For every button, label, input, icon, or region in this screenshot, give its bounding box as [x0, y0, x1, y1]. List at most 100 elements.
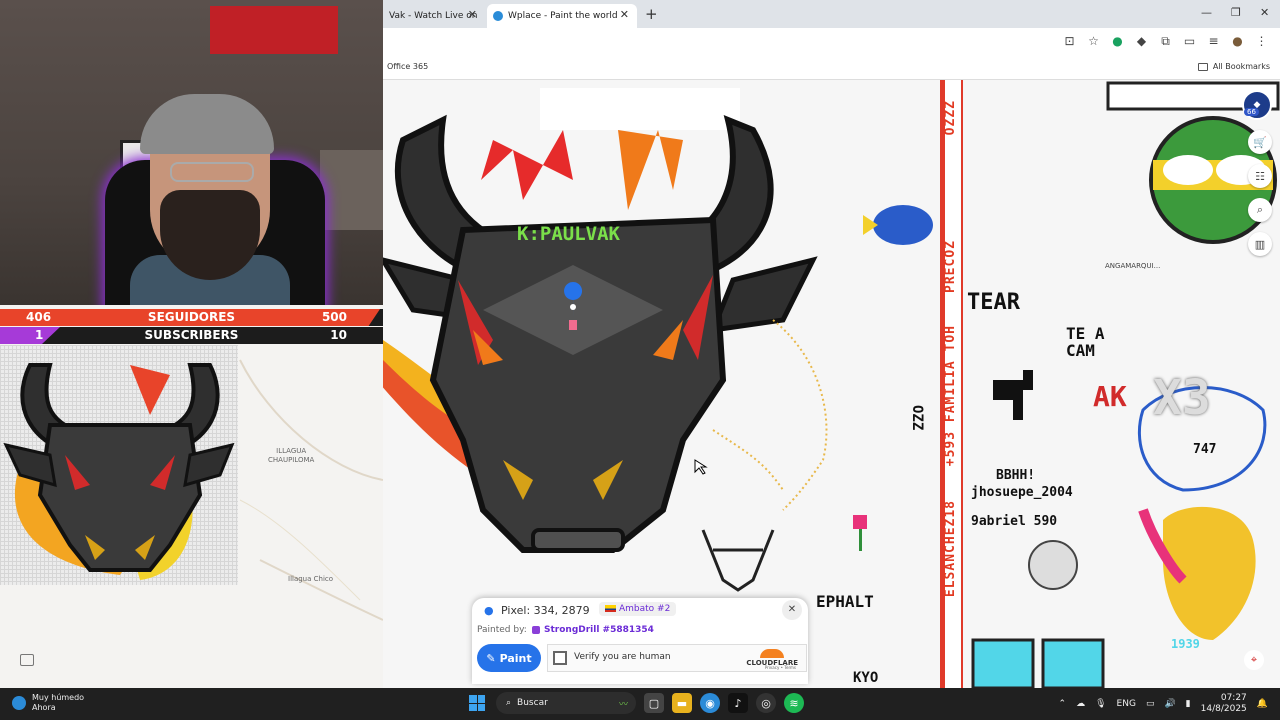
cloud-icon — [760, 649, 785, 658]
minimize-icon[interactable]: — — [1201, 6, 1212, 19]
flame-left — [481, 130, 573, 200]
num-747-text: 747 — [1193, 442, 1217, 457]
taskbar-search[interactable]: ⌕ Buscar 〰 — [496, 692, 636, 714]
map-label-illagua-chico: Illagua Chico — [288, 575, 334, 583]
extension-diamond-icon[interactable]: ◆ — [1135, 34, 1148, 49]
subscribers-goal-bar: 1 SUBSCRIBERS 10 — [0, 327, 383, 344]
close-window-icon[interactable]: ✕ — [1260, 6, 1269, 19]
pixel-coordinates: Pixel: 334, 2879 — [501, 604, 590, 617]
chrome-icon[interactable]: ◉ — [700, 693, 720, 713]
clock[interactable]: 07:27 14/8/2025 — [1201, 693, 1247, 715]
battery-icon[interactable]: ▮ — [1186, 699, 1191, 709]
file-explorer-icon[interactable]: ▬ — [672, 693, 692, 713]
new-tab-icon[interactable]: + — [645, 5, 658, 23]
wplace-canvas[interactable]: K:PAULVAK PRECOZ +593 FAMILIA TOH ELSANC… — [383, 80, 1280, 688]
language-indicator[interactable]: ENG — [1117, 699, 1136, 709]
pixel-info-panel: ● Pixel: 334, 2879 Ambato #2 Painted by:… — [472, 598, 808, 684]
tear-text: TEAR — [967, 290, 1020, 315]
people-icon[interactable]: ☷ — [1248, 164, 1272, 188]
captcha-links[interactable]: Privacy • Terms — [765, 665, 796, 670]
streamer-cap — [140, 94, 274, 154]
locate-icon[interactable]: ⌖ — [1244, 650, 1264, 670]
paint-button[interactable]: ✎ Paint — [477, 644, 541, 672]
favicon-icon — [493, 11, 503, 21]
weather-widget[interactable]: Muy húmedo Ahora — [12, 693, 84, 713]
kyo-text: KYO — [853, 670, 879, 686]
map-label-angamarquillo: ANGAMARQUI... — [1105, 262, 1161, 270]
user-icon — [532, 625, 540, 634]
x3-text: X3 — [1153, 370, 1211, 426]
te-a-cam-text: TE A CAM — [1066, 324, 1105, 360]
streamer-glasses — [170, 162, 254, 182]
pencil-icon: ✎ — [486, 651, 496, 665]
cloud-tray-icon[interactable]: ☁ — [1076, 699, 1085, 709]
region-badge[interactable]: Ambato #2 — [599, 602, 677, 616]
gabriel-text: 9abriel 590 — [971, 514, 1058, 529]
windows-taskbar: Muy húmedo Ahora ⌕ Buscar 〰 ▢ ▬ ◉ ♪ ◎ ≋ ⌃ … — [0, 688, 1280, 720]
cart-icon[interactable]: 🛒 — [1248, 130, 1272, 154]
network-icon[interactable]: ▭ — [1146, 699, 1155, 709]
tiktok-icon[interactable]: ♪ — [728, 693, 748, 713]
start-icon[interactable] — [466, 692, 488, 714]
ecuador-flag-icon — [605, 605, 616, 612]
tab-label: Vak - Watch Live on — [389, 11, 478, 21]
all-bookmarks-label: All Bookmarks — [1212, 62, 1270, 71]
notifications-icon[interactable]: 🔔 — [1257, 699, 1268, 709]
tab-wplace[interactable]: Wplace - Paint the world ✕ — [487, 4, 637, 28]
mouse-cursor — [694, 459, 708, 475]
bookmark-office[interactable]: Office 365 — [387, 62, 428, 71]
sidebar-icon[interactable]: ▭ — [1183, 34, 1196, 49]
painter-link[interactable]: StrongDrill #5881354 — [532, 625, 654, 635]
all-bookmarks[interactable]: All Bookmarks — [1197, 62, 1270, 71]
captcha-checkbox[interactable] — [553, 651, 567, 665]
menu-icon[interactable]: ⋮ — [1255, 34, 1268, 49]
leaderboard-icon[interactable]: ▥ — [1248, 232, 1272, 256]
browser-tabbar: Vak - Watch Live on ✕ Wplace - Paint the… — [383, 0, 1280, 28]
tab-twitch[interactable]: Vak - Watch Live on ✕ — [383, 4, 485, 28]
bull-chin — [531, 528, 625, 552]
grammarly-icon[interactable]: ● — [1111, 34, 1124, 49]
close-icon[interactable]: ✕ — [468, 8, 477, 21]
search-icon[interactable]: ⌕ — [1248, 198, 1272, 222]
reference-image — [0, 345, 238, 585]
bbhh-text: BBHH! — [996, 468, 1036, 483]
search-highlight-icon: 〰 — [618, 699, 628, 710]
tray-chevron-icon[interactable]: ⌃ — [1059, 699, 1067, 709]
map-layer-icon[interactable] — [20, 654, 34, 666]
clock-date: 14/8/2025 — [1200, 704, 1247, 714]
close-icon[interactable]: ✕ — [782, 600, 802, 620]
close-icon[interactable]: ✕ — [620, 8, 629, 21]
star-icon[interactable]: ☆ — [1087, 34, 1100, 49]
search-icon: ⌕ — [506, 698, 512, 708]
folder-icon — [1197, 63, 1208, 71]
address-bar: ⊡ ☆ ● ◆ ⧉ ▭ ≡ ● ⋮ — [383, 28, 1280, 56]
extensions-icon[interactable]: ⧉ — [1159, 34, 1172, 49]
search-label: Buscar — [517, 698, 548, 708]
bookmarks-bar: Office 365 All Bookmarks — [383, 56, 1280, 80]
painter-name: StrongDrill #5881354 — [544, 625, 654, 635]
tab-label: Wplace - Paint the world — [508, 11, 618, 21]
media-icon[interactable]: ≡ — [1207, 34, 1220, 49]
mic-icon[interactable]: 🎙 — [1095, 699, 1106, 709]
followers-goal: 500 — [321, 310, 347, 324]
ak-text: AK — [1093, 380, 1127, 413]
task-view-icon[interactable]: ▢ — [644, 693, 664, 713]
speaker-icon[interactable]: 🔊 — [1164, 699, 1175, 709]
region-label: Ambato #2 — [619, 604, 671, 614]
paint-label: Paint — [499, 651, 532, 665]
subscribers-goal: 10 — [330, 328, 347, 342]
ozz-text: OZZ — [909, 405, 925, 431]
ephalt-text: EPHALT — [816, 592, 874, 611]
spotify-icon[interactable]: ≋ — [784, 693, 804, 713]
map-label-illagua-chaupiloma: ILLAGUA CHAUPILOMA — [268, 447, 315, 464]
jhosuepe-text: jhosuepe_2004 — [971, 485, 1073, 500]
profile-avatar[interactable]: ● — [1231, 34, 1244, 49]
weather-title: Muy húmedo — [32, 693, 85, 702]
webcam-feed — [0, 0, 383, 305]
obs-icon[interactable]: ◎ — [756, 693, 776, 713]
restore-icon[interactable]: ❐ — [1231, 6, 1241, 19]
ozzz-text: OZZZ — [943, 100, 958, 136]
install-icon[interactable]: ⊡ — [1063, 34, 1076, 49]
flame-top — [618, 130, 683, 210]
skull-drawing — [701, 529, 775, 592]
